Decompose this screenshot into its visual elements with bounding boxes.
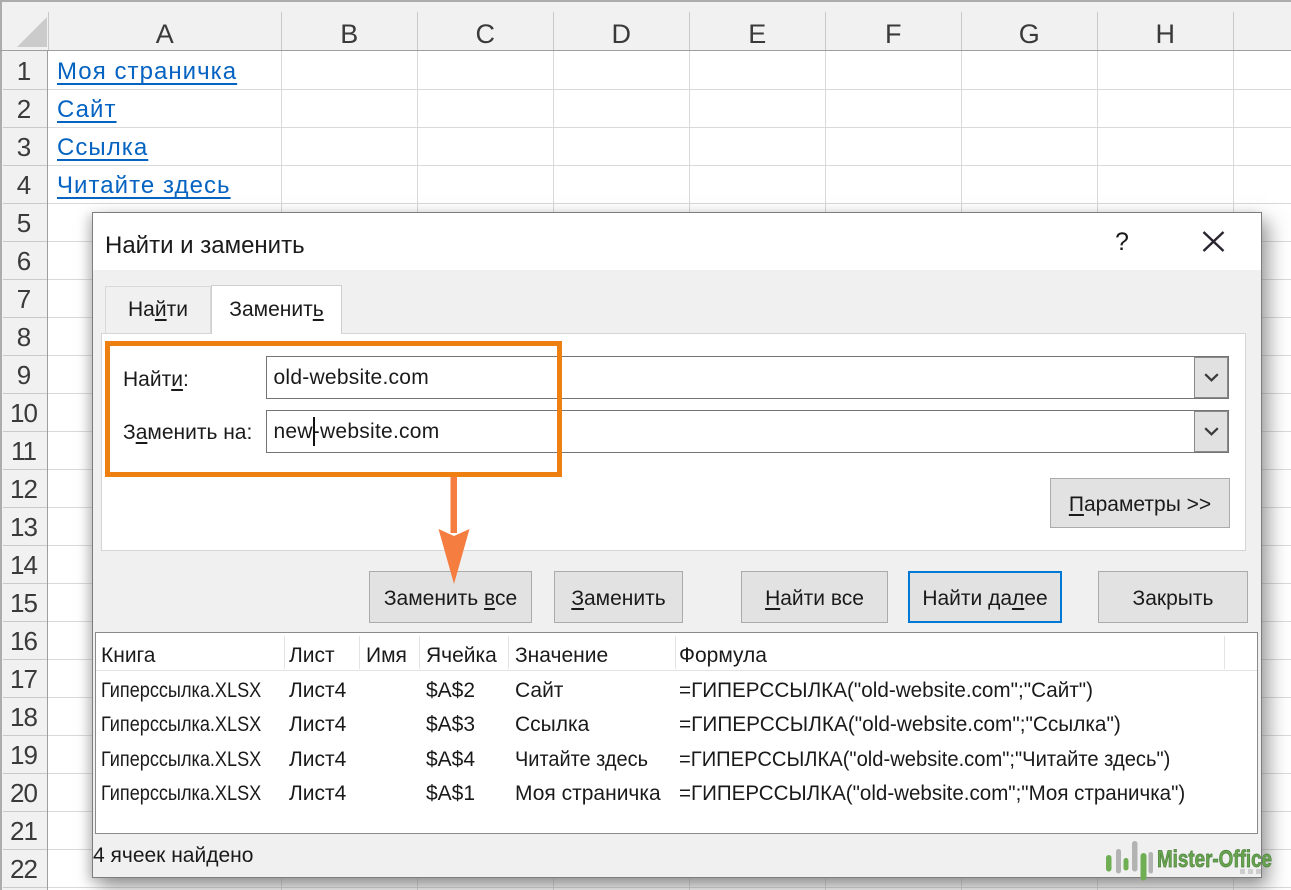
svg-text:Mister-Office: Mister-Office: [1157, 846, 1272, 873]
